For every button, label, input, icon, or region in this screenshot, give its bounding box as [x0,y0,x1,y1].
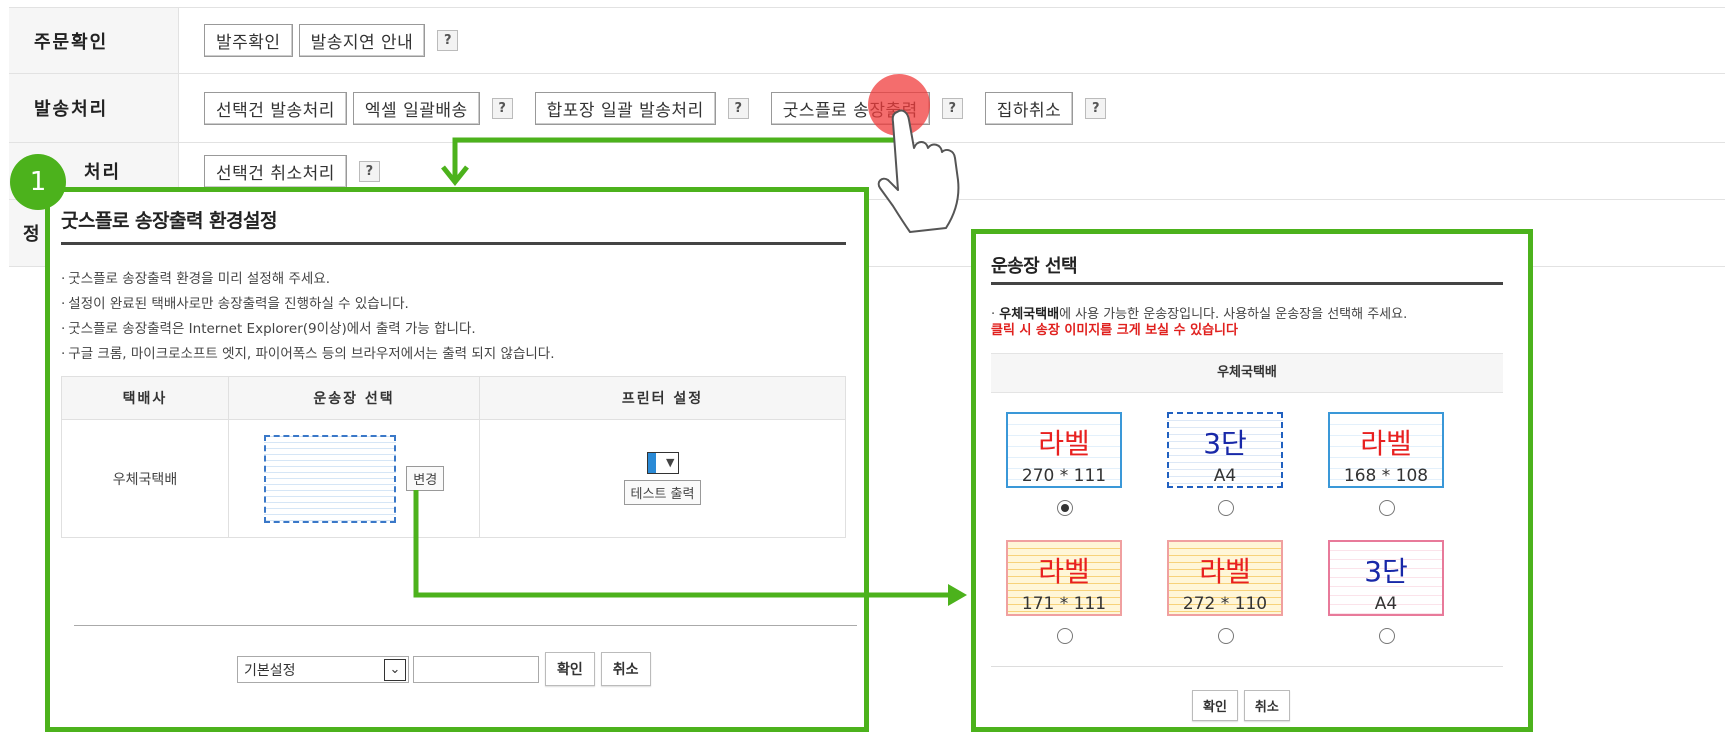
hand-pointer-icon [877,109,960,233]
